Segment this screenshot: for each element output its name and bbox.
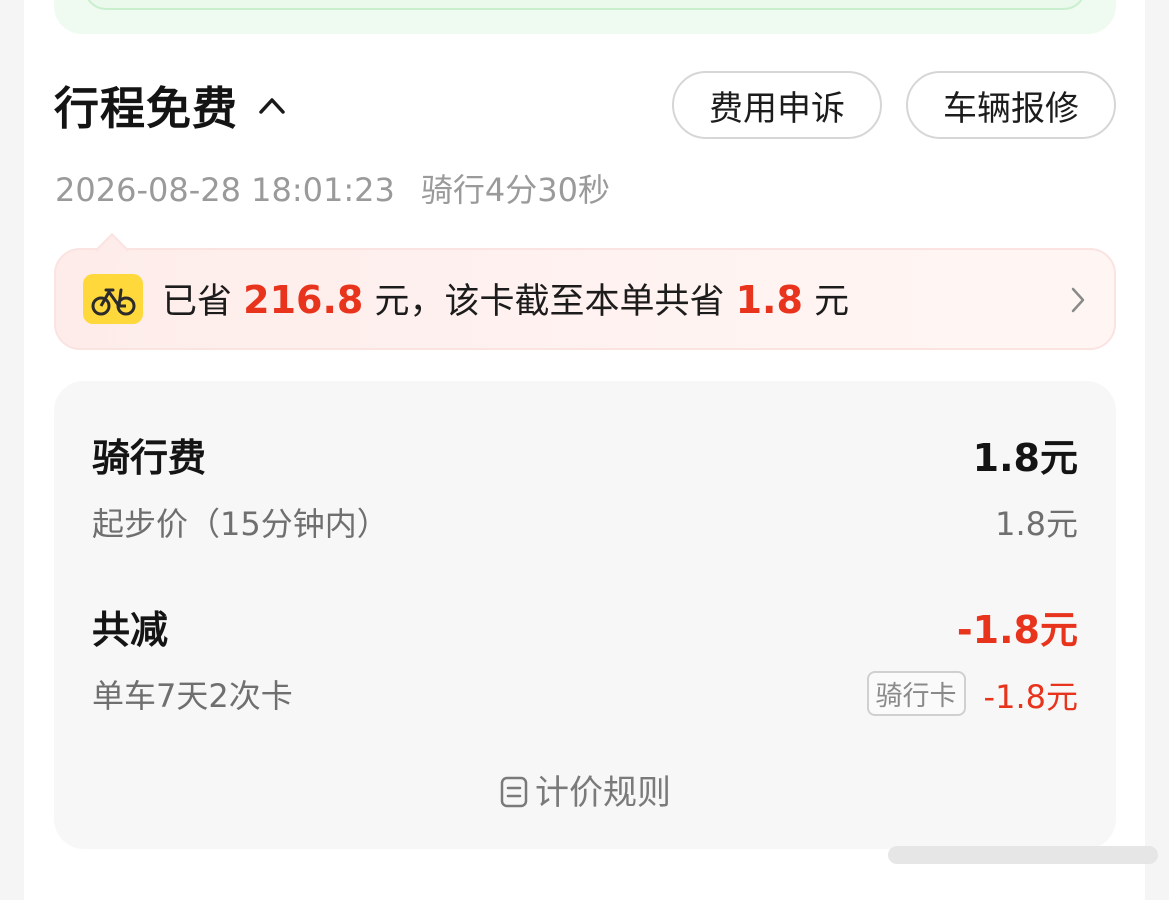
fee-appeal-button[interactable]: 费用申诉 (672, 71, 882, 139)
top-banner-inner (84, 0, 1086, 10)
base-price-row: 起步价（15分钟内） 1.8元 (92, 499, 1078, 549)
card-type-tag: 骑行卡 (866, 671, 966, 716)
home-indicator[interactable] (888, 846, 1158, 864)
pricing-rules-label: 计价规则 (535, 773, 671, 813)
chevron-up-icon[interactable] (257, 94, 287, 118)
ride-fee-row: 骑行费 1.8元 (92, 427, 1078, 480)
card-name: 单车7天2次卡 (92, 677, 293, 715)
base-price-label: 起步价（15分钟内） (92, 505, 389, 543)
card-discount-right: 骑行卡 -1.8元 (866, 671, 1078, 718)
pricing-rules-link[interactable]: 计价规则 (54, 765, 1116, 814)
trip-datetime: 2026-08-28 18:01:23 (55, 171, 395, 209)
total-saved-amount: 216.8 (243, 278, 364, 322)
savings-text: 已省 216.8 元，该卡截至本单共省 1.8 元 (162, 274, 849, 328)
vehicle-repair-button[interactable]: 车辆报修 (906, 71, 1116, 139)
savings-middle: 元，该卡截至本单共省 (363, 282, 736, 322)
top-banner (54, 0, 1116, 34)
savings-suffix: 元 (802, 282, 850, 322)
ride-fee-value: 1.8元 (972, 436, 1078, 480)
discount-row: 共减 -1.8元 (92, 599, 1078, 652)
savings-banner[interactable]: 已省 216.8 元，该卡截至本单共省 1.8 元 (54, 233, 1116, 350)
trip-meta: 2026-08-28 18:01:23 骑行4分30秒 (55, 165, 610, 211)
savings-prefix: 已省 (162, 282, 244, 322)
card-discount-row: 单车7天2次卡 骑行卡 -1.8元 (92, 671, 1078, 721)
discount-label: 共减 (92, 608, 169, 652)
base-price-value: 1.8元 (995, 505, 1078, 543)
chevron-right-icon[interactable] (1070, 286, 1086, 314)
document-icon (500, 776, 528, 808)
order-saved-amount: 1.8 (735, 278, 803, 322)
bike-icon (83, 274, 143, 324)
ride-fee-label: 骑行费 (92, 436, 207, 480)
fee-breakdown-panel: 骑行费 1.8元 起步价（15分钟内） 1.8元 共减 -1.8元 单车7天2次… (54, 381, 1116, 849)
discount-value: -1.8元 (956, 608, 1078, 652)
card-discount-value: -1.8元 (983, 678, 1078, 716)
page-title[interactable]: 行程免费 (54, 72, 238, 137)
trip-duration: 骑行4分30秒 (420, 171, 610, 209)
